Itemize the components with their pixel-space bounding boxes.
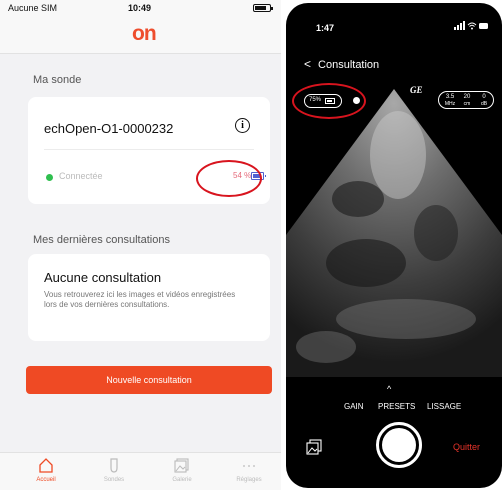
param-unit: cm — [463, 101, 471, 107]
tab-label: Accueil — [36, 477, 56, 483]
right-phone-screen: 1:47 < Consultation 75% GE 3.5 MHz 20 cm… — [286, 3, 502, 488]
empty-state-text: Vous retrouverez ici les images et vidéo… — [44, 290, 236, 309]
probe-name: echOpen-O1-0000232 — [44, 121, 174, 136]
mode-gain[interactable]: GAIN — [344, 402, 364, 411]
left-phone-screen: Aucune SIM 10:49 on Ma sonde echOpen-O1-… — [0, 0, 281, 490]
title-text: Consultation — [318, 59, 380, 71]
battery-icon — [253, 4, 273, 12]
empty-state-title: Aucune consultation — [44, 270, 162, 285]
tab-label: Sondes — [103, 477, 125, 483]
probe-icon — [110, 458, 118, 473]
app-header: on — [0, 16, 281, 54]
probe-battery-indicator: 75% — [304, 94, 342, 108]
divider — [44, 149, 254, 150]
brand-logo: GE — [410, 85, 423, 95]
imaging-params: 3.5 MHz 20 cm 0 dB — [438, 91, 494, 109]
connection-status: Connectée — [59, 171, 103, 181]
home-icon — [39, 458, 53, 473]
status-time: 10:49 — [128, 3, 152, 13]
screen-title: < Consultation — [304, 57, 379, 71]
tab-gallery[interactable]: Galerie — [152, 457, 212, 483]
consultations-card: Aucune consultation Vous retrouverez ici… — [28, 254, 270, 341]
ultrasound-image — [286, 89, 502, 377]
tab-home[interactable]: Accueil — [16, 457, 76, 483]
tab-probes[interactable]: Sondes — [84, 457, 144, 483]
recording-dot — [353, 97, 360, 104]
status-bar: Aucune SIM 10:49 — [0, 0, 281, 16]
new-consultation-button[interactable]: Nouvelle consultation — [26, 366, 272, 394]
app-logo: on — [132, 22, 157, 45]
highlight-circle — [196, 160, 262, 197]
param-unit: MHz — [444, 101, 456, 107]
more-icon — [243, 465, 255, 467]
signal-wifi-battery-icon — [454, 21, 488, 30]
battery-percent: 75% — [309, 97, 322, 103]
param-unit: dB — [480, 101, 488, 107]
mode-presets[interactable]: PRESETS — [378, 402, 415, 411]
carrier-label: Aucune SIM — [8, 3, 58, 13]
tab-bar: Accueil Sondes Galerie Réglages — [0, 452, 281, 490]
gallery-icon[interactable] — [306, 439, 322, 455]
battery-icon — [325, 98, 335, 104]
info-icon[interactable]: i — [235, 118, 250, 133]
quit-button[interactable]: Quitter — [453, 442, 480, 452]
mode-lissage[interactable]: LISSAGE — [427, 402, 461, 411]
tab-settings[interactable]: Réglages — [219, 457, 279, 483]
probe-section-title: Ma sonde — [33, 74, 82, 86]
tab-label: Réglages — [236, 477, 262, 483]
connection-status-dot — [46, 174, 53, 181]
capture-button[interactable] — [376, 422, 422, 468]
consultations-section-title: Mes dernières consultations — [33, 234, 170, 246]
param-value: 20 — [463, 94, 471, 100]
tab-label: Galerie — [172, 477, 192, 483]
param-value: 3.5 — [445, 94, 455, 100]
chevron-up-icon[interactable]: ^ — [387, 384, 391, 394]
status-time: 1:47 — [316, 23, 335, 33]
param-value: 0 — [482, 94, 486, 100]
back-icon[interactable]: < — [304, 57, 311, 71]
gallery-icon — [174, 458, 189, 473]
